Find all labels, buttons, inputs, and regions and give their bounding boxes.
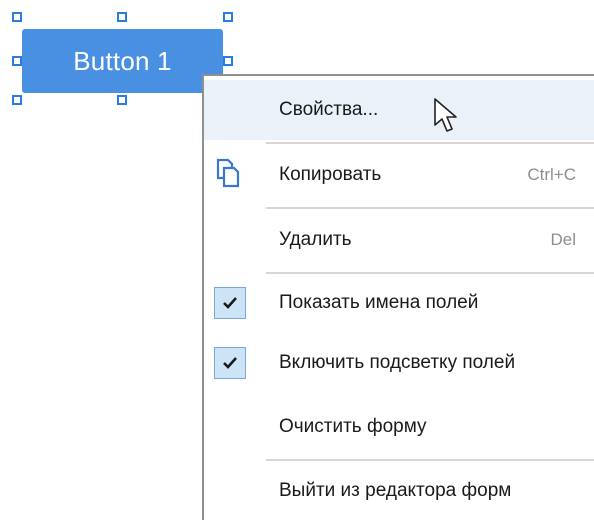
menu-item-label: Показать имена полей bbox=[279, 292, 479, 313]
mouse-cursor-icon bbox=[433, 97, 461, 140]
menu-item-label: Копировать bbox=[279, 164, 382, 185]
menu-item-clear-form[interactable]: Очистить форму bbox=[204, 398, 594, 456]
form-button-label: Button 1 bbox=[73, 45, 172, 76]
resize-handle-bottom-left[interactable] bbox=[12, 95, 22, 105]
menu-separator bbox=[266, 459, 594, 461]
menu-item-copy[interactable]: Копировать Ctrl+C bbox=[204, 146, 594, 204]
menu-item-field-highlight[interactable]: Включить подсветку полей bbox=[204, 334, 594, 392]
menu-separator bbox=[266, 142, 594, 144]
checkmark-icon bbox=[214, 287, 246, 319]
menu-item-properties[interactable]: Свойства... bbox=[204, 80, 594, 140]
resize-handle-bottom-center[interactable] bbox=[117, 95, 127, 105]
menu-item-shortcut: Del bbox=[550, 230, 576, 249]
resize-handle-top-left[interactable] bbox=[12, 12, 22, 22]
menu-item-shortcut: Ctrl+C bbox=[527, 165, 576, 184]
menu-item-label: Свойства... bbox=[279, 99, 379, 120]
menu-item-label: Удалить bbox=[279, 229, 352, 250]
menu-item-label: Включить подсветку полей bbox=[279, 352, 516, 373]
menu-item-label: Очистить форму bbox=[279, 416, 427, 437]
menu-item-show-field-names[interactable]: Показать имена полей bbox=[204, 274, 594, 332]
checkmark-icon bbox=[214, 347, 246, 379]
resize-handle-middle-right[interactable] bbox=[223, 56, 233, 66]
menu-separator bbox=[266, 207, 594, 209]
context-menu: Свойства... Копировать Ctrl+C Удалить De… bbox=[202, 74, 594, 520]
resize-handle-middle-left[interactable] bbox=[12, 56, 22, 66]
resize-handle-top-right[interactable] bbox=[223, 12, 233, 22]
menu-item-delete[interactable]: Удалить Del bbox=[204, 211, 594, 269]
menu-item-label: Выйти из редактора форм bbox=[279, 480, 512, 501]
form-button[interactable]: Button 1 bbox=[22, 29, 223, 93]
copy-icon bbox=[216, 158, 240, 193]
menu-item-exit-form-editor[interactable]: Выйти из редактора форм bbox=[204, 462, 594, 520]
resize-handle-top-center[interactable] bbox=[117, 12, 127, 22]
